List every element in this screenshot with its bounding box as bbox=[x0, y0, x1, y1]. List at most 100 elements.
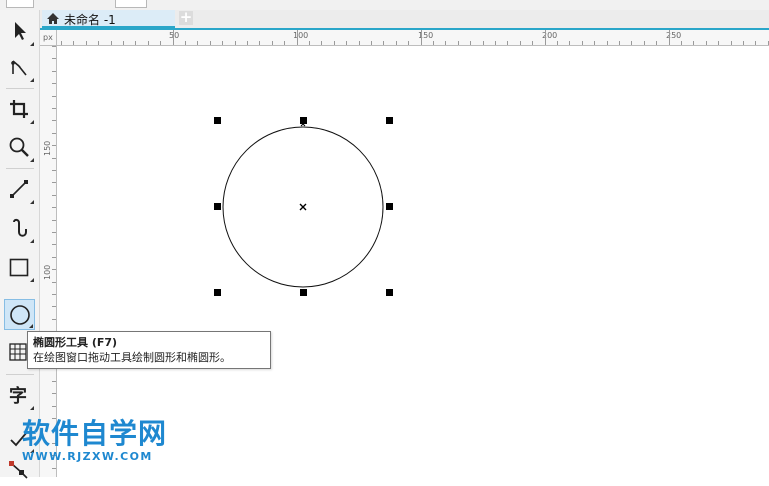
ruler-tick bbox=[52, 108, 56, 109]
crop-tool-icon bbox=[10, 100, 28, 118]
ruler-tick bbox=[135, 41, 136, 45]
center-marker bbox=[299, 203, 307, 211]
ruler-tick bbox=[52, 207, 56, 208]
ruler-tick bbox=[569, 41, 570, 45]
ruler-tick bbox=[656, 41, 657, 45]
ruler-tick bbox=[755, 41, 756, 45]
selection-handle bbox=[386, 203, 393, 210]
ruler-tick bbox=[52, 46, 56, 47]
rectangle-tool-button[interactable] bbox=[4, 252, 35, 283]
ruler-tick bbox=[52, 120, 56, 121]
property-field[interactable] bbox=[115, 0, 147, 8]
ruler-tick bbox=[247, 41, 248, 45]
ruler-tick bbox=[210, 41, 211, 45]
ruler-tick bbox=[52, 468, 56, 469]
text-tool-button[interactable]: 字 bbox=[4, 380, 35, 411]
document-tab-title: 未命名 -1 bbox=[64, 13, 116, 27]
ruler-tick bbox=[532, 41, 533, 45]
ruler-tick bbox=[52, 158, 56, 159]
ruler-tick bbox=[631, 41, 632, 45]
shape-tool-icon bbox=[11, 60, 27, 76]
ruler-tick bbox=[706, 41, 707, 45]
document-tab[interactable]: 未命名 -1 bbox=[42, 10, 175, 28]
ruler-tick bbox=[52, 145, 56, 146]
vertical-ruler[interactable]: 150 100 bbox=[40, 46, 57, 477]
ruler-tick bbox=[619, 41, 620, 45]
ruler-tick bbox=[582, 41, 583, 45]
ellipse-tool-button[interactable] bbox=[4, 299, 35, 330]
ruler-tick bbox=[346, 41, 347, 45]
drawing-canvas[interactable] bbox=[57, 46, 769, 477]
shape-tool-button[interactable] bbox=[4, 52, 35, 83]
ruler-tick bbox=[396, 41, 397, 45]
ruler-tick bbox=[408, 41, 409, 45]
ruler-tick bbox=[445, 41, 446, 45]
ruler-tick bbox=[557, 41, 558, 45]
ruler-origin[interactable]: px bbox=[40, 30, 57, 46]
line-tool-button[interactable] bbox=[4, 174, 35, 205]
selection-handle bbox=[386, 117, 393, 124]
ruler-tick bbox=[693, 41, 694, 45]
ruler-tick bbox=[421, 30, 422, 45]
zoom-tool-button[interactable] bbox=[4, 132, 35, 163]
ruler-tick bbox=[594, 41, 595, 45]
ruler-tick bbox=[272, 41, 273, 45]
selection-handle bbox=[300, 289, 307, 296]
ruler-tick bbox=[309, 41, 310, 45]
selection-handle bbox=[214, 117, 221, 124]
horizontal-ruler[interactable]: 50 100 150 200 250 bbox=[57, 30, 769, 46]
ruler-tick bbox=[160, 41, 161, 45]
ruler-tick bbox=[52, 406, 56, 407]
ruler-tick bbox=[495, 41, 496, 45]
ruler-tick bbox=[173, 30, 174, 45]
selection-handle bbox=[214, 203, 221, 210]
ruler-tick bbox=[284, 41, 285, 45]
pick-tool-button[interactable] bbox=[4, 16, 35, 47]
ruler-tick bbox=[259, 41, 260, 45]
ruler-tick bbox=[334, 41, 335, 45]
ruler-tick bbox=[359, 41, 360, 45]
watermark-text: 软件自学网 bbox=[22, 417, 168, 450]
ruler-tick bbox=[52, 182, 56, 183]
ruler-tick bbox=[52, 170, 56, 171]
canvas-drawing bbox=[214, 117, 393, 296]
ruler-tick bbox=[545, 30, 546, 45]
selection-handle bbox=[214, 289, 221, 296]
ruler-tick bbox=[644, 41, 645, 45]
svg-text:字: 字 bbox=[9, 385, 27, 407]
ruler-tick bbox=[458, 41, 459, 45]
ruler-tick bbox=[197, 41, 198, 45]
ruler-tick bbox=[470, 41, 471, 45]
tooltip-title: 椭圆形工具 (F7) bbox=[33, 336, 118, 349]
ruler-tick bbox=[123, 41, 124, 45]
artistic-media-button[interactable] bbox=[4, 213, 35, 244]
ruler-tick bbox=[52, 83, 56, 84]
add-document-button[interactable]: + bbox=[179, 10, 193, 25]
ruler-tick bbox=[52, 58, 56, 59]
text-tool-icon: 字 bbox=[9, 385, 27, 407]
ruler-label: 100 bbox=[293, 31, 309, 40]
crop-tool-button[interactable] bbox=[4, 94, 35, 125]
ruler-label: 50 bbox=[169, 31, 180, 40]
ruler-label: 150 bbox=[43, 140, 52, 156]
property-field[interactable] bbox=[6, 0, 34, 8]
pick-tool-icon bbox=[15, 22, 26, 40]
zoom-tool-icon bbox=[9, 137, 29, 157]
ruler-tick bbox=[52, 71, 56, 72]
ruler-tick bbox=[52, 220, 56, 221]
ruler-tick bbox=[383, 41, 384, 45]
ruler-tick bbox=[52, 232, 56, 233]
line-tool-icon bbox=[10, 180, 28, 198]
ruler-tick bbox=[111, 41, 112, 45]
ruler-tick bbox=[52, 257, 56, 258]
ruler-tick bbox=[718, 41, 719, 45]
ruler-tick bbox=[52, 195, 56, 196]
ruler-tick bbox=[222, 41, 223, 45]
ruler-tick bbox=[52, 244, 56, 245]
ruler-tick bbox=[52, 133, 56, 134]
ruler-tick bbox=[52, 319, 56, 320]
ruler-unit-label: px bbox=[43, 33, 53, 42]
selection-handle bbox=[386, 289, 393, 296]
ruler-tick bbox=[743, 41, 744, 45]
home-icon bbox=[47, 13, 59, 24]
